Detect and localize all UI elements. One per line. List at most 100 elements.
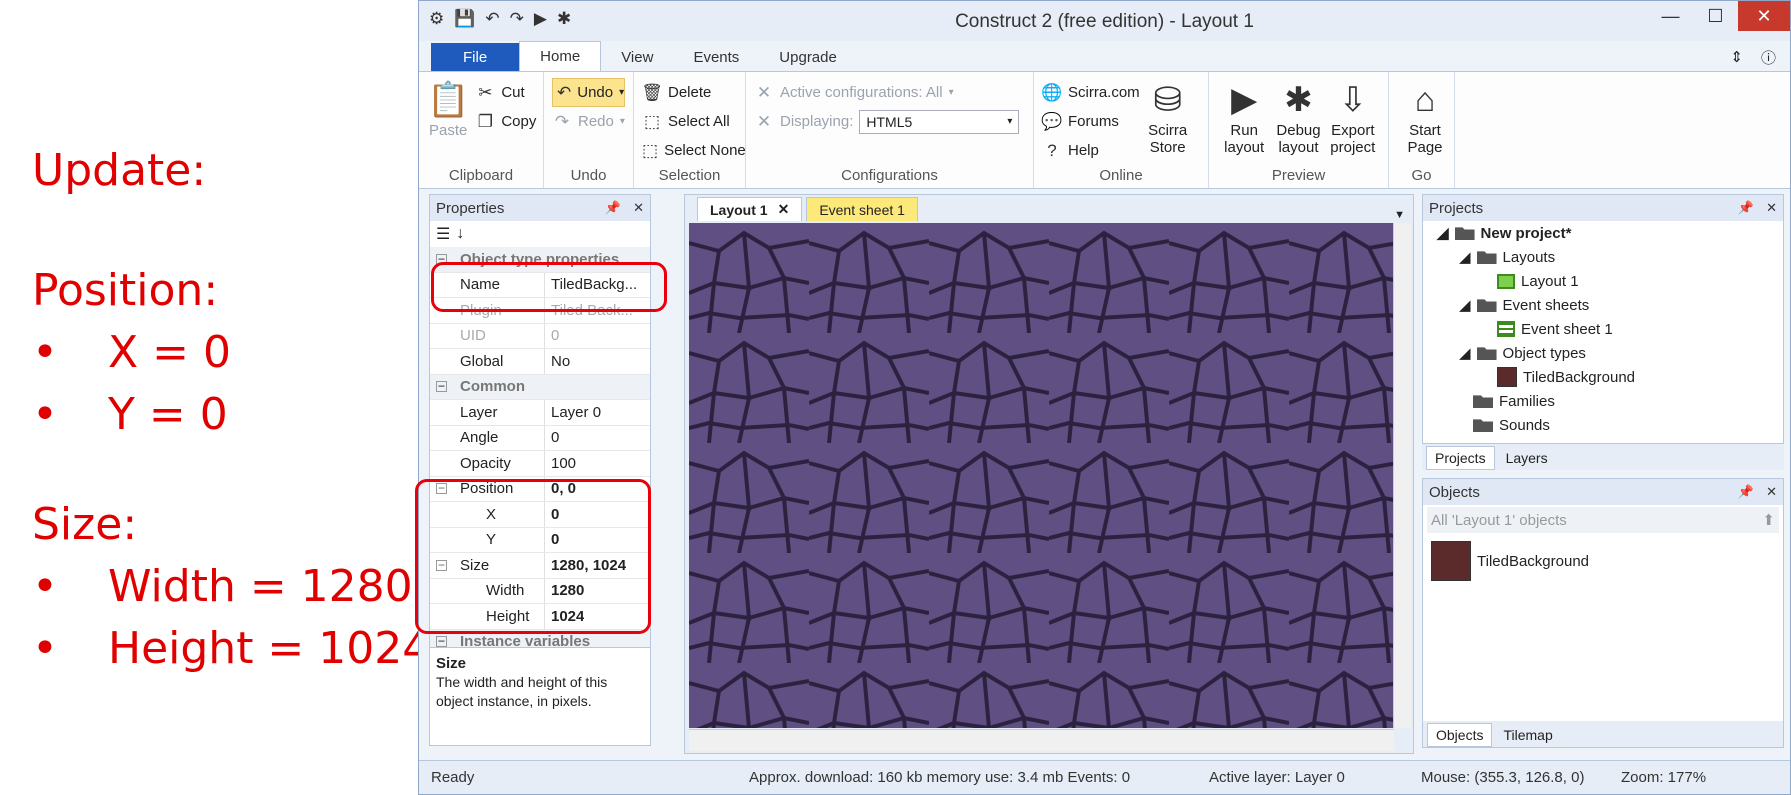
- bullet: •: [32, 623, 58, 674]
- tools-icon: ✕: [756, 82, 772, 102]
- close-icon[interactable]: ✕: [778, 201, 790, 218]
- status-mouse: Mouse: (355.3, 126.8, 0): [1421, 769, 1585, 786]
- tree-sounds[interactable]: Sounds: [1423, 413, 1783, 437]
- group-preview: ▶ Run layout ✱ Debug layout ⇩ Export project P…: [1209, 72, 1389, 188]
- panel-title: Properties: [436, 199, 505, 217]
- status-ready: Ready: [431, 769, 475, 786]
- tab-objects[interactable]: Objects: [1427, 723, 1493, 747]
- folder-icon: [1476, 347, 1497, 360]
- tab-tilemap[interactable]: Tilemap: [1494, 723, 1561, 747]
- forums-link[interactable]: 💬 Forums: [1041, 107, 1140, 136]
- scirra-link[interactable]: 🌐 Scirra.com: [1041, 78, 1139, 107]
- tree-tiledbackground[interactable]: TiledBackground: [1423, 365, 1783, 389]
- prop-opacity[interactable]: Opacity 100: [430, 451, 650, 477]
- cut-button[interactable]: ✂ Cut: [475, 78, 536, 107]
- folder-icon: [1476, 299, 1497, 312]
- prop-global[interactable]: Global No: [430, 349, 650, 375]
- tab-projects[interactable]: Projects: [1426, 446, 1495, 470]
- paste-button[interactable]: 📋 Paste: [427, 78, 469, 139]
- tree-root[interactable]: ◢ New project*: [1423, 221, 1783, 245]
- help-link[interactable]: ? Help: [1042, 136, 1140, 165]
- up-arrow-icon[interactable]: ⬆: [1762, 511, 1775, 529]
- tree-object-types[interactable]: ◢ Object types: [1423, 341, 1783, 365]
- categorized-icon[interactable]: ☰: [436, 224, 450, 244]
- tab-layout-1[interactable]: Layout 1 ✕: [697, 197, 803, 221]
- close-icon[interactable]: ✕: [1738, 1, 1790, 31]
- close-icon[interactable]: ✕: [633, 200, 644, 216]
- copy-icon: ❐: [477, 111, 493, 131]
- run-layout-button[interactable]: ▶ Run layout: [1217, 78, 1271, 156]
- object-item[interactable]: TiledBackground: [1423, 535, 1783, 587]
- undo-button[interactable]: ↶ Undo ▾: [552, 78, 625, 107]
- globe-icon: 🌐: [1041, 82, 1063, 102]
- status-active-layer: Active layer: Layer 0: [1209, 769, 1345, 786]
- folder-icon: [1476, 251, 1497, 264]
- pin-icon[interactable]: 📌: [1738, 200, 1754, 216]
- properties-toolbar: ☰ ↓: [430, 221, 650, 247]
- description-text: The width and height of this object inst…: [436, 674, 608, 709]
- right-panels: Projects 📌 ✕ ◢ New project* ◢ Layouts Layout…: [1422, 194, 1784, 748]
- property-description: Size The width and height of this object…: [430, 647, 650, 745]
- prop-angle[interactable]: Angle 0: [430, 425, 650, 451]
- panel-title: Objects: [1429, 483, 1480, 501]
- active-configurations-dropdown[interactable]: ✕ Active configurations: All ▾: [754, 78, 1025, 107]
- pin-icon[interactable]: 📌: [1738, 484, 1754, 500]
- bullet: •: [32, 561, 58, 612]
- horizontal-scrollbar[interactable]: [689, 729, 1394, 751]
- tree-layout-1[interactable]: Layout 1: [1423, 269, 1783, 293]
- tab-events[interactable]: Events: [673, 43, 759, 71]
- displaying-select[interactable]: HTML5 ▾: [859, 109, 1020, 134]
- vertical-scrollbar[interactable]: [1393, 223, 1411, 728]
- tab-home[interactable]: Home: [519, 41, 602, 71]
- tab-view[interactable]: View: [601, 43, 673, 71]
- play-icon: ▶: [1231, 81, 1258, 119]
- tab-file[interactable]: File: [431, 43, 520, 71]
- tree-event-sheets[interactable]: ◢ Event sheets: [1423, 293, 1783, 317]
- objects-filter[interactable]: All 'Layout 1' objects ⬆: [1427, 507, 1779, 533]
- annotation-panel: Update: Position: • X = 0 • Y = 0 Size: • W…: [32, 140, 432, 680]
- tab-event-sheet-1[interactable]: Event sheet 1: [806, 197, 918, 221]
- editor-tabs: Layout 1 ✕ Event sheet 1 ▼: [685, 195, 1413, 221]
- layout-canvas[interactable]: [689, 223, 1394, 728]
- status-bar: Ready Approx. download: 160 kb memory us…: [419, 760, 1790, 794]
- pin-icon[interactable]: 📌: [605, 200, 621, 216]
- tab-upgrade[interactable]: Upgrade: [759, 43, 857, 71]
- window-title: Construct 2 (free edition) - Layout 1: [955, 11, 1254, 32]
- projects-tabs: Projects Layers: [1422, 444, 1784, 470]
- collapse-ribbon-icon[interactable]: ⇕: [1730, 48, 1743, 66]
- scirra-store-button[interactable]: ⛁ Scirra Store: [1140, 78, 1196, 165]
- status-zoom: Zoom: 177%: [1621, 769, 1707, 786]
- annotation-x: X = 0: [108, 327, 231, 378]
- delete-button[interactable]: 🗑 Delete: [641, 78, 737, 107]
- tabs-dropdown-icon[interactable]: ▼: [1394, 209, 1405, 221]
- export-project-button[interactable]: ⇩ Export project: [1326, 78, 1380, 156]
- maximize-icon[interactable]: ☐: [1693, 1, 1738, 31]
- group-label: Undo: [570, 167, 607, 184]
- info-icon[interactable]: ⓘ: [1761, 47, 1776, 68]
- debug-layout-button[interactable]: ✱ Debug layout: [1271, 78, 1325, 156]
- select-all-icon: ⬚: [643, 111, 661, 131]
- copy-button[interactable]: ❐ Copy: [475, 107, 537, 136]
- tab-layers[interactable]: Layers: [1497, 446, 1557, 470]
- tree-event-sheet-1[interactable]: Event sheet 1: [1423, 317, 1783, 341]
- minimize-icon[interactable]: —: [1648, 1, 1693, 31]
- redo-button[interactable]: ↷ Redo ▾: [552, 107, 625, 136]
- select-all-button[interactable]: ⬚ Select All: [642, 107, 737, 136]
- bullet: •: [32, 327, 58, 378]
- tree-families[interactable]: Families: [1423, 389, 1783, 413]
- close-icon[interactable]: ✕: [1766, 200, 1777, 216]
- objects-header: Objects 📌 ✕: [1423, 479, 1783, 505]
- start-page-button[interactable]: ⌂ Start Page: [1397, 78, 1453, 156]
- tiledbackground-icon: [1497, 367, 1517, 387]
- displaying-row: ✕ Displaying: HTML5 ▾: [754, 107, 1025, 136]
- highlight-position-size: [415, 479, 651, 634]
- category-common[interactable]: − Common: [430, 374, 650, 400]
- select-none-button[interactable]: ⬚ Select None: [642, 136, 746, 165]
- tree-layouts[interactable]: ◢ Layouts: [1423, 245, 1783, 269]
- ribbon: 📋 Paste ✂ Cut ❐ Copy Clipboard ↶ Undo ▾ ↷ Redo…: [419, 71, 1790, 189]
- group-label: Clipboard: [448, 167, 514, 184]
- group-configurations: ✕ Active configurations: All ▾ ✕ Displaying…: [746, 72, 1034, 188]
- close-icon[interactable]: ✕: [1766, 484, 1777, 500]
- prop-layer[interactable]: Layer Layer 0: [430, 400, 650, 426]
- sort-az-icon[interactable]: ↓: [456, 225, 464, 243]
